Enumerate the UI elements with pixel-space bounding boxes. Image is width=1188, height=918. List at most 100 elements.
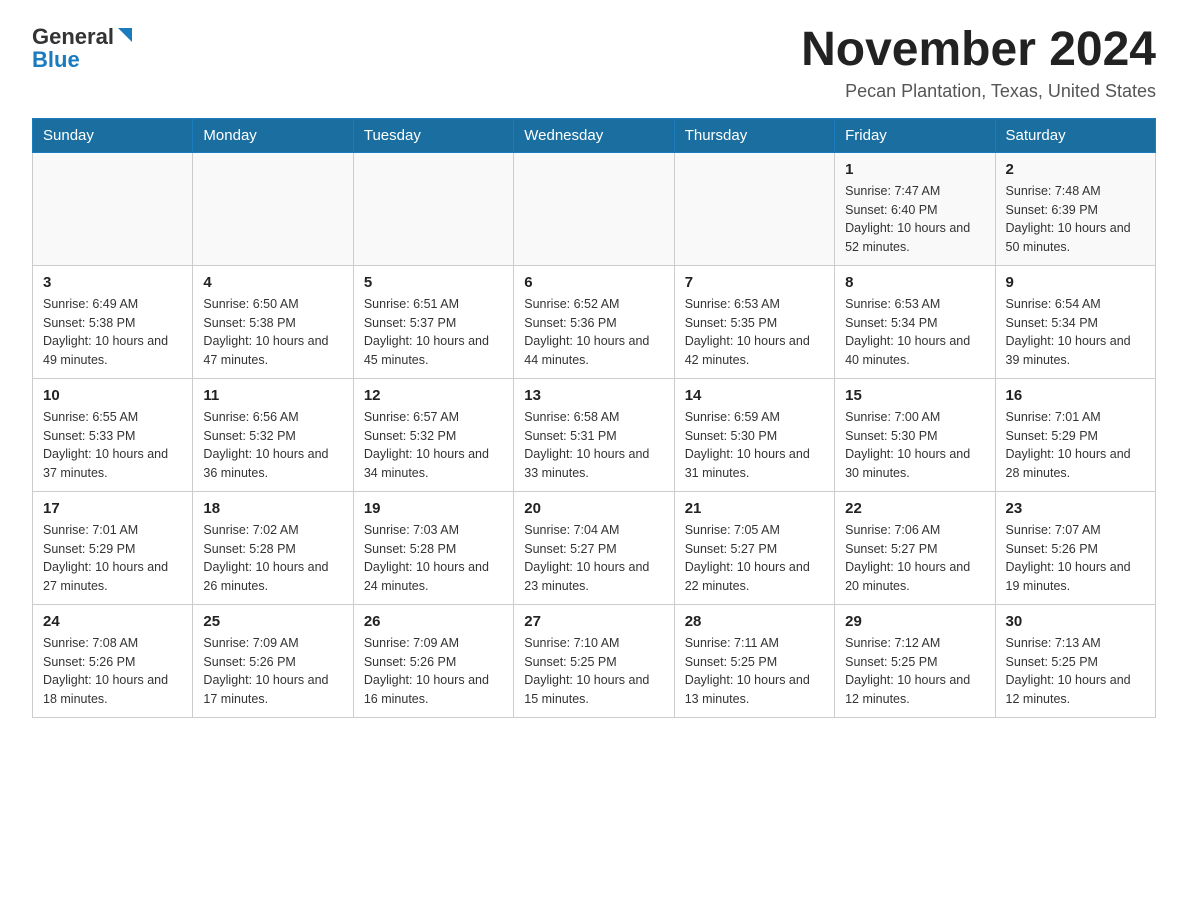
day-info: Sunrise: 6:51 AMSunset: 5:37 PMDaylight:… bbox=[364, 295, 503, 370]
day-number: 3 bbox=[43, 274, 182, 291]
day-of-week-header: Saturday bbox=[995, 118, 1155, 152]
day-info: Sunrise: 7:01 AMSunset: 5:29 PMDaylight:… bbox=[43, 521, 182, 596]
logo: General Blue bbox=[32, 24, 134, 71]
calendar-cell: 9 Sunrise: 6:54 AMSunset: 5:34 PMDaylight… bbox=[995, 265, 1155, 378]
calendar-cell: 7 Sunrise: 6:53 AMSunset: 5:35 PMDaylight… bbox=[674, 265, 834, 378]
day-info: Sunrise: 6:54 AMSunset: 5:34 PMDaylight:… bbox=[1006, 295, 1145, 370]
day-info: Sunrise: 7:00 AMSunset: 5:30 PMDaylight:… bbox=[845, 408, 984, 483]
calendar-week-row: 10 Sunrise: 6:55 AMSunset: 5:33 PMDayligh… bbox=[33, 378, 1156, 491]
day-of-week-header: Sunday bbox=[33, 118, 193, 152]
calendar-cell: 3 Sunrise: 6:49 AMSunset: 5:38 PMDaylight… bbox=[33, 265, 193, 378]
calendar-cell: 19 Sunrise: 7:03 AMSunset: 5:28 PMDayligh… bbox=[353, 491, 513, 604]
calendar-cell: 1Sunrise: 7:47 AMSunset: 6:40 PMDaylight… bbox=[835, 152, 995, 265]
calendar-cell: 25Sunrise: 7:09 AMSunset: 5:26 PMDayligh… bbox=[193, 604, 353, 717]
day-info: Sunrise: 7:06 AMSunset: 5:27 PMDaylight:… bbox=[845, 521, 984, 596]
calendar-cell: 21 Sunrise: 7:05 AMSunset: 5:27 PMDayligh… bbox=[674, 491, 834, 604]
day-info: Sunrise: 7:05 AMSunset: 5:27 PMDaylight:… bbox=[685, 521, 824, 596]
day-info: Sunrise: 6:57 AMSunset: 5:32 PMDaylight:… bbox=[364, 408, 503, 483]
day-number: 9 bbox=[1006, 274, 1145, 291]
day-of-week-header: Thursday bbox=[674, 118, 834, 152]
day-info: Sunrise: 7:47 AMSunset: 6:40 PMDaylight:… bbox=[845, 182, 984, 257]
subtitle: Pecan Plantation, Texas, United States bbox=[801, 81, 1156, 102]
day-of-week-header: Monday bbox=[193, 118, 353, 152]
day-info: Sunrise: 6:59 AMSunset: 5:30 PMDaylight:… bbox=[685, 408, 824, 483]
day-number: 16 bbox=[1006, 387, 1145, 404]
calendar-cell: 8Sunrise: 6:53 AMSunset: 5:34 PMDaylight… bbox=[835, 265, 995, 378]
main-title: November 2024 bbox=[801, 24, 1156, 77]
day-info: Sunrise: 7:01 AMSunset: 5:29 PMDaylight:… bbox=[1006, 408, 1145, 483]
day-number: 14 bbox=[685, 387, 824, 404]
day-number: 11 bbox=[203, 387, 342, 404]
title-block: November 2024 Pecan Plantation, Texas, U… bbox=[801, 24, 1156, 102]
day-number: 4 bbox=[203, 274, 342, 291]
calendar-cell: 16 Sunrise: 7:01 AMSunset: 5:29 PMDayligh… bbox=[995, 378, 1155, 491]
day-number: 26 bbox=[364, 613, 503, 630]
calendar-cell bbox=[514, 152, 674, 265]
day-number: 19 bbox=[364, 500, 503, 517]
day-number: 13 bbox=[524, 387, 663, 404]
calendar-cell bbox=[33, 152, 193, 265]
day-info: Sunrise: 7:02 AMSunset: 5:28 PMDaylight:… bbox=[203, 521, 342, 596]
calendar-cell: 22 Sunrise: 7:06 AMSunset: 5:27 PMDayligh… bbox=[835, 491, 995, 604]
calendar-week-row: 24 Sunrise: 7:08 AMSunset: 5:26 PMDayligh… bbox=[33, 604, 1156, 717]
calendar-cell: 13 Sunrise: 6:58 AMSunset: 5:31 PMDayligh… bbox=[514, 378, 674, 491]
day-number: 6 bbox=[524, 274, 663, 291]
calendar-cell: 18 Sunrise: 7:02 AMSunset: 5:28 PMDayligh… bbox=[193, 491, 353, 604]
day-number: 22 bbox=[845, 500, 984, 517]
day-number: 7 bbox=[685, 274, 824, 291]
logo-general: General bbox=[32, 26, 114, 48]
day-number: 23 bbox=[1006, 500, 1145, 517]
calendar-cell: 23Sunrise: 7:07 AMSunset: 5:26 PMDayligh… bbox=[995, 491, 1155, 604]
calendar-header-row: SundayMondayTuesdayWednesdayThursdayFrid… bbox=[33, 118, 1156, 152]
day-number: 25 bbox=[203, 613, 342, 630]
day-number: 15 bbox=[845, 387, 984, 404]
day-number: 29 bbox=[845, 613, 984, 630]
calendar-cell: 2 Sunrise: 7:48 AMSunset: 6:39 PMDaylight… bbox=[995, 152, 1155, 265]
day-info: Sunrise: 7:03 AMSunset: 5:28 PMDaylight:… bbox=[364, 521, 503, 596]
day-of-week-header: Wednesday bbox=[514, 118, 674, 152]
calendar-cell bbox=[353, 152, 513, 265]
page-header: General Blue November 2024 Pecan Plantat… bbox=[32, 24, 1156, 102]
day-number: 2 bbox=[1006, 161, 1145, 178]
day-info: Sunrise: 6:53 AMSunset: 5:35 PMDaylight:… bbox=[685, 295, 824, 370]
calendar-cell: 4 Sunrise: 6:50 AMSunset: 5:38 PMDaylight… bbox=[193, 265, 353, 378]
day-info: Sunrise: 6:55 AMSunset: 5:33 PMDaylight:… bbox=[43, 408, 182, 483]
calendar-cell: 29 Sunrise: 7:12 AMSunset: 5:25 PMDayligh… bbox=[835, 604, 995, 717]
day-info: Sunrise: 6:49 AMSunset: 5:38 PMDaylight:… bbox=[43, 295, 182, 370]
calendar-week-row: 17 Sunrise: 7:01 AMSunset: 5:29 PMDayligh… bbox=[33, 491, 1156, 604]
day-number: 24 bbox=[43, 613, 182, 630]
day-number: 12 bbox=[364, 387, 503, 404]
day-info: Sunrise: 7:13 AMSunset: 5:25 PMDaylight:… bbox=[1006, 634, 1145, 709]
calendar-cell: 11Sunrise: 6:56 AMSunset: 5:32 PMDayligh… bbox=[193, 378, 353, 491]
day-number: 20 bbox=[524, 500, 663, 517]
day-number: 30 bbox=[1006, 613, 1145, 630]
calendar-cell: 20Sunrise: 7:04 AMSunset: 5:27 PMDayligh… bbox=[514, 491, 674, 604]
calendar-week-row: 1Sunrise: 7:47 AMSunset: 6:40 PMDaylight… bbox=[33, 152, 1156, 265]
day-number: 28 bbox=[685, 613, 824, 630]
day-info: Sunrise: 6:50 AMSunset: 5:38 PMDaylight:… bbox=[203, 295, 342, 370]
calendar-cell: 17 Sunrise: 7:01 AMSunset: 5:29 PMDayligh… bbox=[33, 491, 193, 604]
day-info: Sunrise: 6:58 AMSunset: 5:31 PMDaylight:… bbox=[524, 408, 663, 483]
logo-triangle-icon bbox=[116, 26, 134, 49]
calendar-cell: 26 Sunrise: 7:09 AMSunset: 5:26 PMDayligh… bbox=[353, 604, 513, 717]
day-number: 10 bbox=[43, 387, 182, 404]
calendar-cell: 14 Sunrise: 6:59 AMSunset: 5:30 PMDayligh… bbox=[674, 378, 834, 491]
day-number: 18 bbox=[203, 500, 342, 517]
day-info: Sunrise: 7:48 AMSunset: 6:39 PMDaylight:… bbox=[1006, 182, 1145, 257]
calendar-cell bbox=[193, 152, 353, 265]
day-number: 8 bbox=[845, 274, 984, 291]
day-number: 5 bbox=[364, 274, 503, 291]
day-info: Sunrise: 7:12 AMSunset: 5:25 PMDaylight:… bbox=[845, 634, 984, 709]
day-info: Sunrise: 7:08 AMSunset: 5:26 PMDaylight:… bbox=[43, 634, 182, 709]
calendar-cell bbox=[674, 152, 834, 265]
calendar-cell: 27Sunrise: 7:10 AMSunset: 5:25 PMDayligh… bbox=[514, 604, 674, 717]
calendar-cell: 15 Sunrise: 7:00 AMSunset: 5:30 PMDayligh… bbox=[835, 378, 995, 491]
logo-blue: Blue bbox=[32, 49, 80, 71]
day-of-week-header: Friday bbox=[835, 118, 995, 152]
day-number: 17 bbox=[43, 500, 182, 517]
calendar-cell: 28Sunrise: 7:11 AMSunset: 5:25 PMDayligh… bbox=[674, 604, 834, 717]
day-info: Sunrise: 7:09 AMSunset: 5:26 PMDaylight:… bbox=[364, 634, 503, 709]
calendar-cell: 10 Sunrise: 6:55 AMSunset: 5:33 PMDayligh… bbox=[33, 378, 193, 491]
day-number: 27 bbox=[524, 613, 663, 630]
day-number: 21 bbox=[685, 500, 824, 517]
